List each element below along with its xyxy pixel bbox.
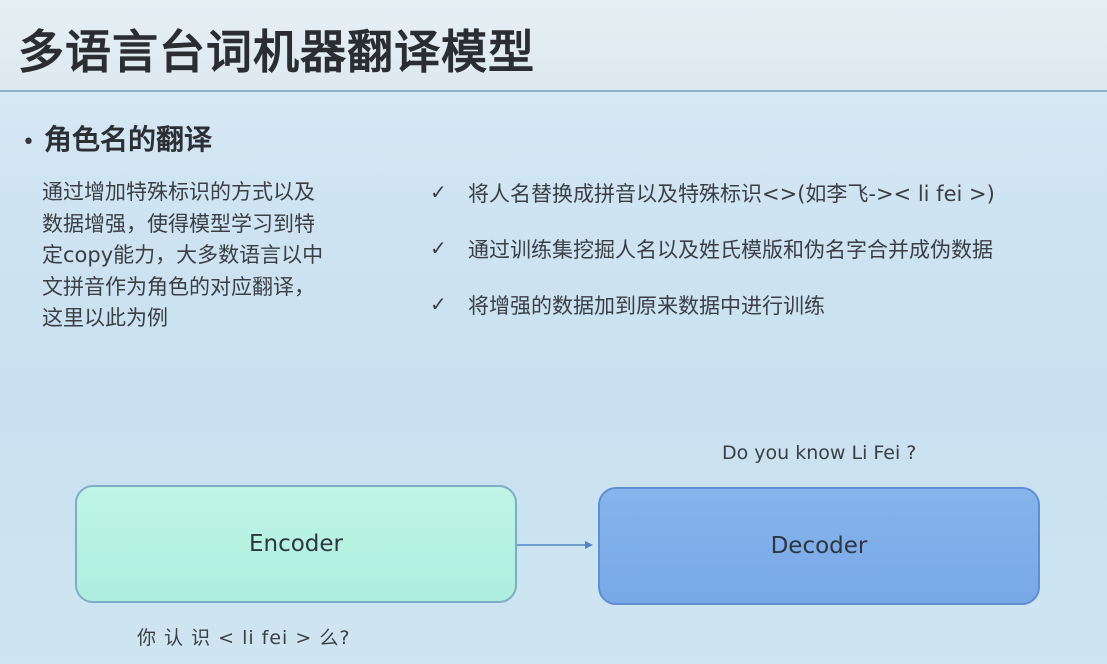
- check-item-text: 将增强的数据加到原来数据中进行训练: [468, 294, 825, 318]
- section-bullet: •: [22, 130, 35, 155]
- encoder-box: Encoder: [75, 485, 517, 603]
- check-icon: ✓: [430, 180, 447, 204]
- description-line: 定copy能力，大多数语言以中: [42, 243, 324, 267]
- check-item-text: 通过训练集挖掘人名以及姓氏模版和伪名字合并成伪数据: [468, 238, 993, 262]
- description-line: 这里以此为例: [42, 306, 168, 330]
- section-heading: 角色名的翻译: [44, 123, 213, 156]
- decoder-label: Decoder: [770, 533, 868, 559]
- description-line: 通过增加特殊标识的方式以及: [42, 180, 315, 204]
- header-divider: [0, 90, 1107, 92]
- encoder-to-decoder-arrow: [517, 541, 593, 549]
- encoder-input-caption: 你 认 识 < li fei > 么?: [137, 627, 351, 649]
- page-title: 多语言台词机器翻译模型: [18, 25, 535, 79]
- description-text: 通过增加特殊标识的方式以及 数据增强，使得模型学习到特 定copy能力，大多数语…: [42, 177, 387, 335]
- encoder-label: Encoder: [248, 531, 344, 557]
- decoder-box: Decoder: [598, 487, 1040, 605]
- description-line: 文拼音作为角色的对应翻译，: [42, 274, 315, 299]
- check-icon: ✓: [430, 236, 447, 260]
- check-icon: ✓: [430, 292, 447, 316]
- decoder-output-caption: Do you know Li Fei ?: [722, 442, 917, 464]
- description-line: 数据增强，使得模型学习到特: [42, 211, 315, 236]
- arrow-head: [585, 541, 593, 549]
- check-item-text: 将人名替换成拼音以及特殊标识<>(如李飞->< li fei >): [468, 182, 995, 206]
